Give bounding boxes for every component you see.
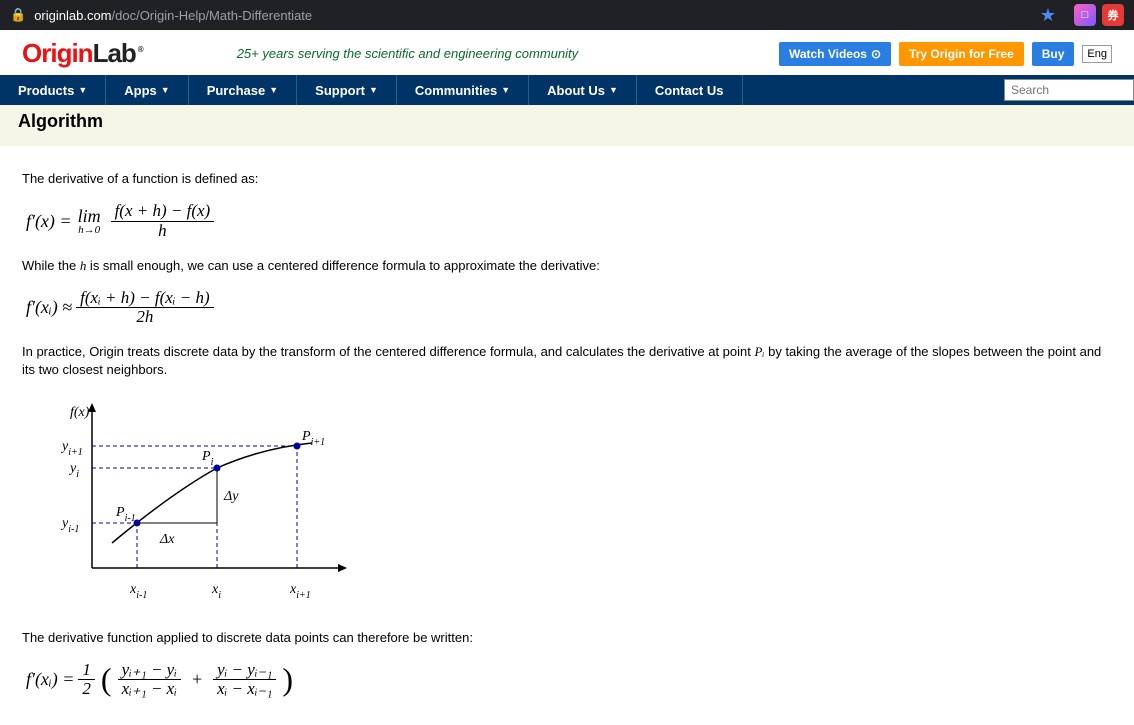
- paragraph-1: The derivative of a function is defined …: [22, 170, 1112, 188]
- svg-text:Pi-1: Pi-1: [115, 505, 136, 524]
- svg-text:yi: yi: [68, 461, 79, 480]
- nav-communities[interactable]: Communities▼: [397, 75, 529, 105]
- svg-text:xi-1: xi-1: [129, 582, 147, 601]
- main-nav: Products▼ Apps▼ Purchase▼ Support▼ Commu…: [0, 75, 1134, 105]
- buy-button[interactable]: Buy: [1032, 42, 1075, 66]
- paragraph-3: In practice, Origin treats discrete data…: [22, 343, 1112, 379]
- extension-icon-2[interactable]: 券: [1102, 4, 1124, 26]
- paragraph-4: The derivative function applied to discr…: [22, 629, 1112, 647]
- heading-band: Algorithm: [0, 105, 1134, 146]
- chevron-down-icon: ▼: [501, 85, 510, 95]
- tagline-text: 25+ years serving the scientific and eng…: [237, 46, 578, 61]
- svg-text:f(x): f(x): [70, 405, 90, 420]
- bookmark-star-icon[interactable]: ★: [1040, 5, 1056, 26]
- browser-address-bar: 🔒 originlab.com/doc/Origin-Help/Math-Dif…: [0, 0, 1134, 30]
- chevron-down-icon: ▼: [78, 85, 87, 95]
- svg-text:Pi+1: Pi+1: [301, 429, 325, 448]
- site-header: OriginLab® 25+ years serving the scienti…: [0, 30, 1134, 75]
- play-circle-icon: ⊙: [871, 47, 881, 61]
- svg-text:Δy: Δy: [223, 489, 239, 504]
- svg-text:Pi: Pi: [201, 449, 214, 468]
- extension-icon-1[interactable]: □: [1074, 4, 1096, 26]
- article-body: The derivative of a function is defined …: [0, 146, 1134, 725]
- search-container: [1004, 75, 1134, 105]
- nav-support[interactable]: Support▼: [297, 75, 397, 105]
- svg-text:xi+1: xi+1: [289, 582, 311, 601]
- paragraph-2: While the h is small enough, we can use …: [22, 257, 1112, 275]
- url-host: originlab.com: [34, 8, 111, 23]
- site-logo[interactable]: OriginLab®: [22, 38, 143, 69]
- svg-text:yi+1: yi+1: [60, 439, 83, 458]
- language-select[interactable]: Eng: [1082, 45, 1112, 63]
- url-path: /doc/Origin-Help/Math-Differentiate: [112, 8, 313, 23]
- chevron-down-icon: ▼: [609, 85, 618, 95]
- equation-2: f′(xᵢ) ≈ f(xᵢ + h) − f(xᵢ − h) 2h: [26, 289, 1112, 327]
- svg-text:xi: xi: [211, 582, 221, 601]
- page-heading: Algorithm: [18, 111, 1116, 132]
- nav-apps[interactable]: Apps▼: [106, 75, 188, 105]
- equation-1: f′(x) = lim h→0 f(x + h) − f(x) h: [26, 202, 1112, 240]
- chevron-down-icon: ▼: [269, 85, 278, 95]
- nav-contact[interactable]: Contact Us: [637, 75, 743, 105]
- nav-purchase[interactable]: Purchase▼: [189, 75, 297, 105]
- chevron-down-icon: ▼: [369, 85, 378, 95]
- try-origin-button[interactable]: Try Origin for Free: [899, 42, 1024, 66]
- nav-products[interactable]: Products▼: [0, 75, 106, 105]
- derivative-graph: f(x) yi+1 yi yi-1 xi-1 xi xi+1 Pi-1: [42, 398, 1112, 611]
- nav-about[interactable]: About Us▼: [529, 75, 637, 105]
- svg-text:Δx: Δx: [159, 532, 175, 547]
- chevron-down-icon: ▼: [161, 85, 170, 95]
- equation-3: f′(xᵢ) = 1 2 ( yᵢ₊₁ − yᵢ xᵢ₊₁ − xᵢ + yᵢ …: [26, 661, 1112, 699]
- watch-videos-button[interactable]: Watch Videos ⊙: [779, 42, 891, 66]
- search-input[interactable]: [1004, 79, 1134, 101]
- svg-text:yi-1: yi-1: [60, 516, 79, 535]
- lock-icon: 🔒: [10, 7, 26, 23]
